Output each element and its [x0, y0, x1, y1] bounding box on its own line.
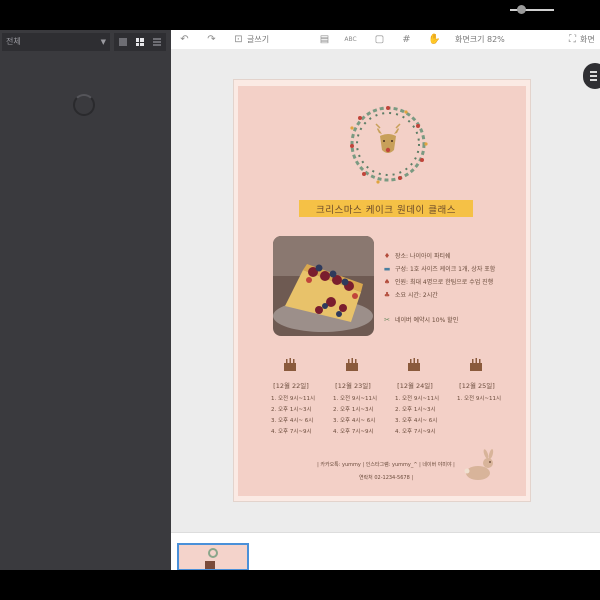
contact-phone: 연락처 02-1234-5678 |	[358, 475, 414, 481]
cake-icon	[346, 358, 358, 371]
zoom-slider-handle[interactable]	[517, 5, 526, 14]
time-slot: 2. 오후 1시~3시	[333, 407, 374, 413]
fit-screen-label: 화면	[580, 34, 595, 44]
text-tool-button[interactable]: ⊡ 글쓰기	[233, 32, 269, 46]
box-icon: ▬	[383, 264, 391, 273]
time-slot: 1. 오전 9시~11시	[457, 396, 502, 402]
text-tool-label: 글쓰기	[247, 34, 270, 44]
fit-screen-button[interactable]: ⛶ 화면	[567, 32, 595, 46]
undo-icon: ↶	[180, 33, 189, 45]
filter-select-value: 전체	[6, 37, 21, 46]
discount-note: ✂ 네이버 예약시 10% 할인	[384, 315, 459, 325]
day-date: [12월 23일]	[335, 382, 371, 390]
time-slot: 3. 오후 4시~ 6시	[395, 418, 438, 424]
document-icon: ▤	[319, 33, 330, 45]
time-slot: 4. 오후 7시~9시	[271, 429, 312, 435]
info-capacity: ♠ 인원: 최대 4명으로 한팀으로 수업 진행	[383, 277, 494, 287]
time-slot: 4. 오후 7시~9시	[395, 429, 436, 435]
thumbnail-wreath	[208, 548, 218, 558]
cake-icon	[408, 358, 420, 371]
hand-icon: ✋	[428, 33, 441, 45]
grid-view-icon[interactable]	[135, 38, 144, 46]
day-date: [12월 22일]	[273, 382, 309, 390]
time-slot: 3. 오후 4시~ 6시	[333, 418, 376, 424]
clock-icon: ♣	[383, 290, 391, 299]
time-slot: 4. 오후 7시~9시	[333, 429, 374, 435]
single-view-icon[interactable]	[118, 38, 127, 46]
page-thumbnail[interactable]	[177, 543, 249, 571]
abc-tool-button[interactable]: ABC	[344, 32, 357, 46]
page-thumbnail-strip	[171, 532, 600, 571]
cake-icon	[470, 358, 482, 371]
time-slot: 1. 오전 9시~11시	[395, 396, 440, 402]
class-info-list: ♦ 장소: 나이아이 파티쉐 ▬ 구성: 1호 사이즈 케이크 1개, 상자 포…	[383, 249, 523, 301]
rabbit-icon	[464, 449, 494, 480]
list-view-icon[interactable]	[153, 38, 162, 46]
undo-button[interactable]: ↶	[179, 32, 190, 46]
people-icon: ♠	[383, 277, 391, 286]
abc-icon: ABC	[344, 35, 357, 43]
info-composition: ▬ 구성: 1호 사이즈 케이크 1개, 상자 포함	[383, 264, 496, 274]
cake-icon	[284, 358, 296, 371]
hand-tool-button[interactable]: ✋	[428, 32, 441, 46]
editor-toolbar: ↶ ↷ ⊡ 글쓰기 ▤ ABC ▢ # ✋ 화면크기 82% ⛶ 화면	[171, 30, 600, 50]
doc-tool-button[interactable]: ▤	[319, 32, 330, 46]
info-duration: ♣ 소요 시간: 2시간	[383, 290, 438, 300]
day-date: [12월 25일]	[459, 382, 495, 390]
pin-icon: ♦	[383, 251, 391, 260]
time-slot: 1. 오전 9시~11시	[333, 396, 378, 402]
redo-button[interactable]: ↷	[206, 32, 217, 46]
chevron-down-icon: ▼	[100, 38, 106, 46]
poster: 크리스마스 케이크 원데이 클래스 ♦ 장소: 나이아이 파티쉐 ▬ 구성: 1…	[238, 86, 526, 496]
page-icon: ▢	[374, 33, 385, 45]
time-slot: 3. 오후 4시~ 6시	[271, 418, 314, 424]
left-panel: 전체 ▼	[0, 30, 171, 570]
bottom-black-bar	[0, 570, 600, 600]
fit-screen-icon: ⛶	[569, 33, 576, 45]
day-date: [12월 24일]	[397, 382, 433, 390]
loading-spinner-icon	[73, 94, 95, 116]
view-mode-toggle	[114, 33, 166, 51]
poster-title: 크리스마스 케이크 원데이 클래스	[299, 200, 473, 217]
time-slot: 2. 오후 1시~3시	[271, 407, 312, 413]
grid-tool-button[interactable]: #	[401, 32, 412, 46]
filter-select[interactable]: 전체 ▼	[2, 33, 110, 51]
time-slot: 2. 오후 1시~3시	[395, 407, 436, 413]
cake-photo	[273, 236, 374, 336]
grid-icon: #	[402, 33, 411, 45]
thumbnail-image	[205, 561, 215, 569]
info-location: ♦ 장소: 나이아이 파티쉐	[383, 251, 451, 261]
sparkle-icon: ✂	[384, 315, 390, 324]
page-tool-button[interactable]: ▢	[374, 32, 385, 46]
top-black-bar	[0, 0, 600, 30]
time-slot: 1. 오전 9시~11시	[271, 396, 316, 402]
christmas-wreath-icon	[350, 106, 428, 184]
contact-channels: | 카카오톡: yummy | 인스타그램: yummy_^ | 네이버 야미야…	[317, 462, 455, 468]
document-page[interactable]: 크리스마스 케이크 원데이 클래스 ♦ 장소: 나이아이 파티쉐 ▬ 구성: 1…	[233, 79, 531, 502]
text-box-icon: ⊡	[234, 33, 243, 45]
redo-icon: ↷	[207, 33, 216, 45]
menu-float-button[interactable]	[583, 63, 600, 89]
zoom-label: 화면크기 82%	[455, 34, 505, 44]
